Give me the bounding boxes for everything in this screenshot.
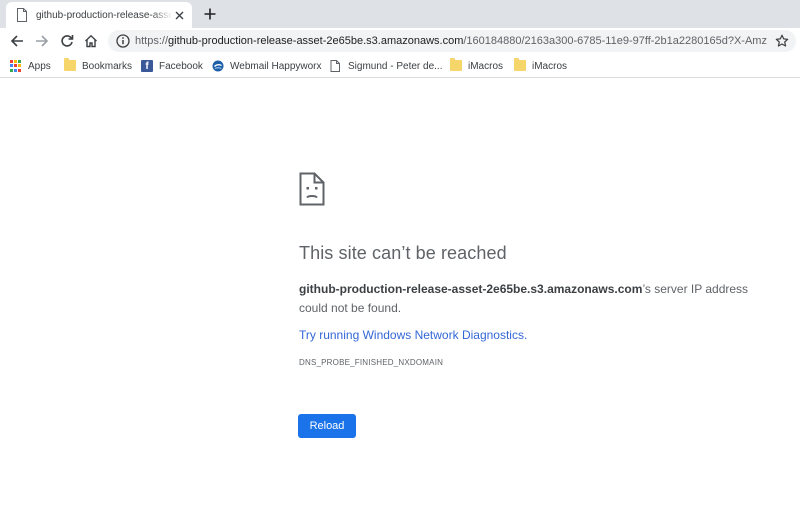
address-bar[interactable]: https://github-production-release-asset-… [108, 30, 796, 52]
folder-icon [514, 58, 526, 72]
bookmark-label: Sigmund - Peter de... [348, 60, 443, 72]
home-icon[interactable] [82, 32, 100, 50]
bookmark-label: Facebook [159, 60, 203, 72]
webmail-icon [212, 60, 224, 72]
bookmark-folder-imacros-1[interactable]: iMacros [450, 58, 503, 74]
sad-page-icon [299, 172, 325, 206]
bookmark-folder-bookmarks[interactable]: Bookmarks [64, 58, 132, 74]
star-icon[interactable] [774, 33, 790, 49]
diagnostics-link[interactable]: Try running Windows Network Diagnostics. [299, 328, 769, 342]
forward-icon[interactable] [33, 32, 51, 50]
facebook-icon: f [141, 60, 153, 72]
bookmark-folder-imacros-2[interactable]: iMacros [514, 58, 567, 74]
tab-strip: github-production-release-asset-2e65be.s… [0, 0, 800, 28]
bookmark-apps[interactable]: Apps [10, 58, 51, 74]
bookmark-label: Webmail Happyworx [230, 60, 322, 72]
close-tab-icon[interactable] [172, 8, 186, 22]
bookmark-label: iMacros [468, 60, 504, 72]
new-tab-icon[interactable] [201, 5, 219, 23]
page-icon [330, 60, 342, 72]
error-heading: This site can’t be reached [299, 243, 507, 263]
page-icon [16, 8, 28, 22]
error-code: DNS_PROBE_FINISHED_NXDOMAIN [299, 358, 444, 367]
bookmarks-bar: Apps Bookmarks f Facebook Webmail Happyw… [0, 54, 800, 78]
bookmark-label: Apps [28, 60, 51, 72]
tab-title: github-production-release-asset-2e65be.s… [36, 9, 172, 21]
url-text[interactable]: https://github-production-release-asset-… [135, 35, 767, 47]
error-page: This site can’t be reached github-produc… [299, 172, 769, 367]
bookmark-webmail[interactable]: Webmail Happyworx [212, 58, 322, 74]
apps-icon [10, 60, 22, 72]
folder-icon [64, 58, 76, 72]
browser-tab[interactable]: github-production-release-asset-2e65be.s… [6, 2, 192, 28]
bookmark-facebook[interactable]: f Facebook [141, 58, 203, 74]
url-path: /160184880/2163a300-6785-11e9-97ff-2b1a2… [463, 35, 767, 47]
reload-button[interactable]: Reload [298, 414, 356, 438]
toolbar: https://github-production-release-asset-… [0, 28, 800, 54]
reload-icon[interactable] [58, 32, 76, 50]
bookmark-sigmund[interactable]: Sigmund - Peter de... [330, 58, 443, 74]
bookmark-label: iMacros [532, 60, 568, 72]
bookmark-label: Bookmarks [82, 60, 133, 72]
back-icon[interactable] [8, 32, 26, 50]
folder-icon [450, 58, 462, 72]
url-host: github-production-release-asset-2e65be.s… [168, 35, 464, 47]
url-scheme: https:// [135, 35, 169, 47]
error-description: github-production-release-asset-2e65be.s… [299, 280, 769, 318]
error-host: github-production-release-asset-2e65be.s… [299, 282, 643, 296]
info-icon[interactable] [116, 34, 130, 48]
